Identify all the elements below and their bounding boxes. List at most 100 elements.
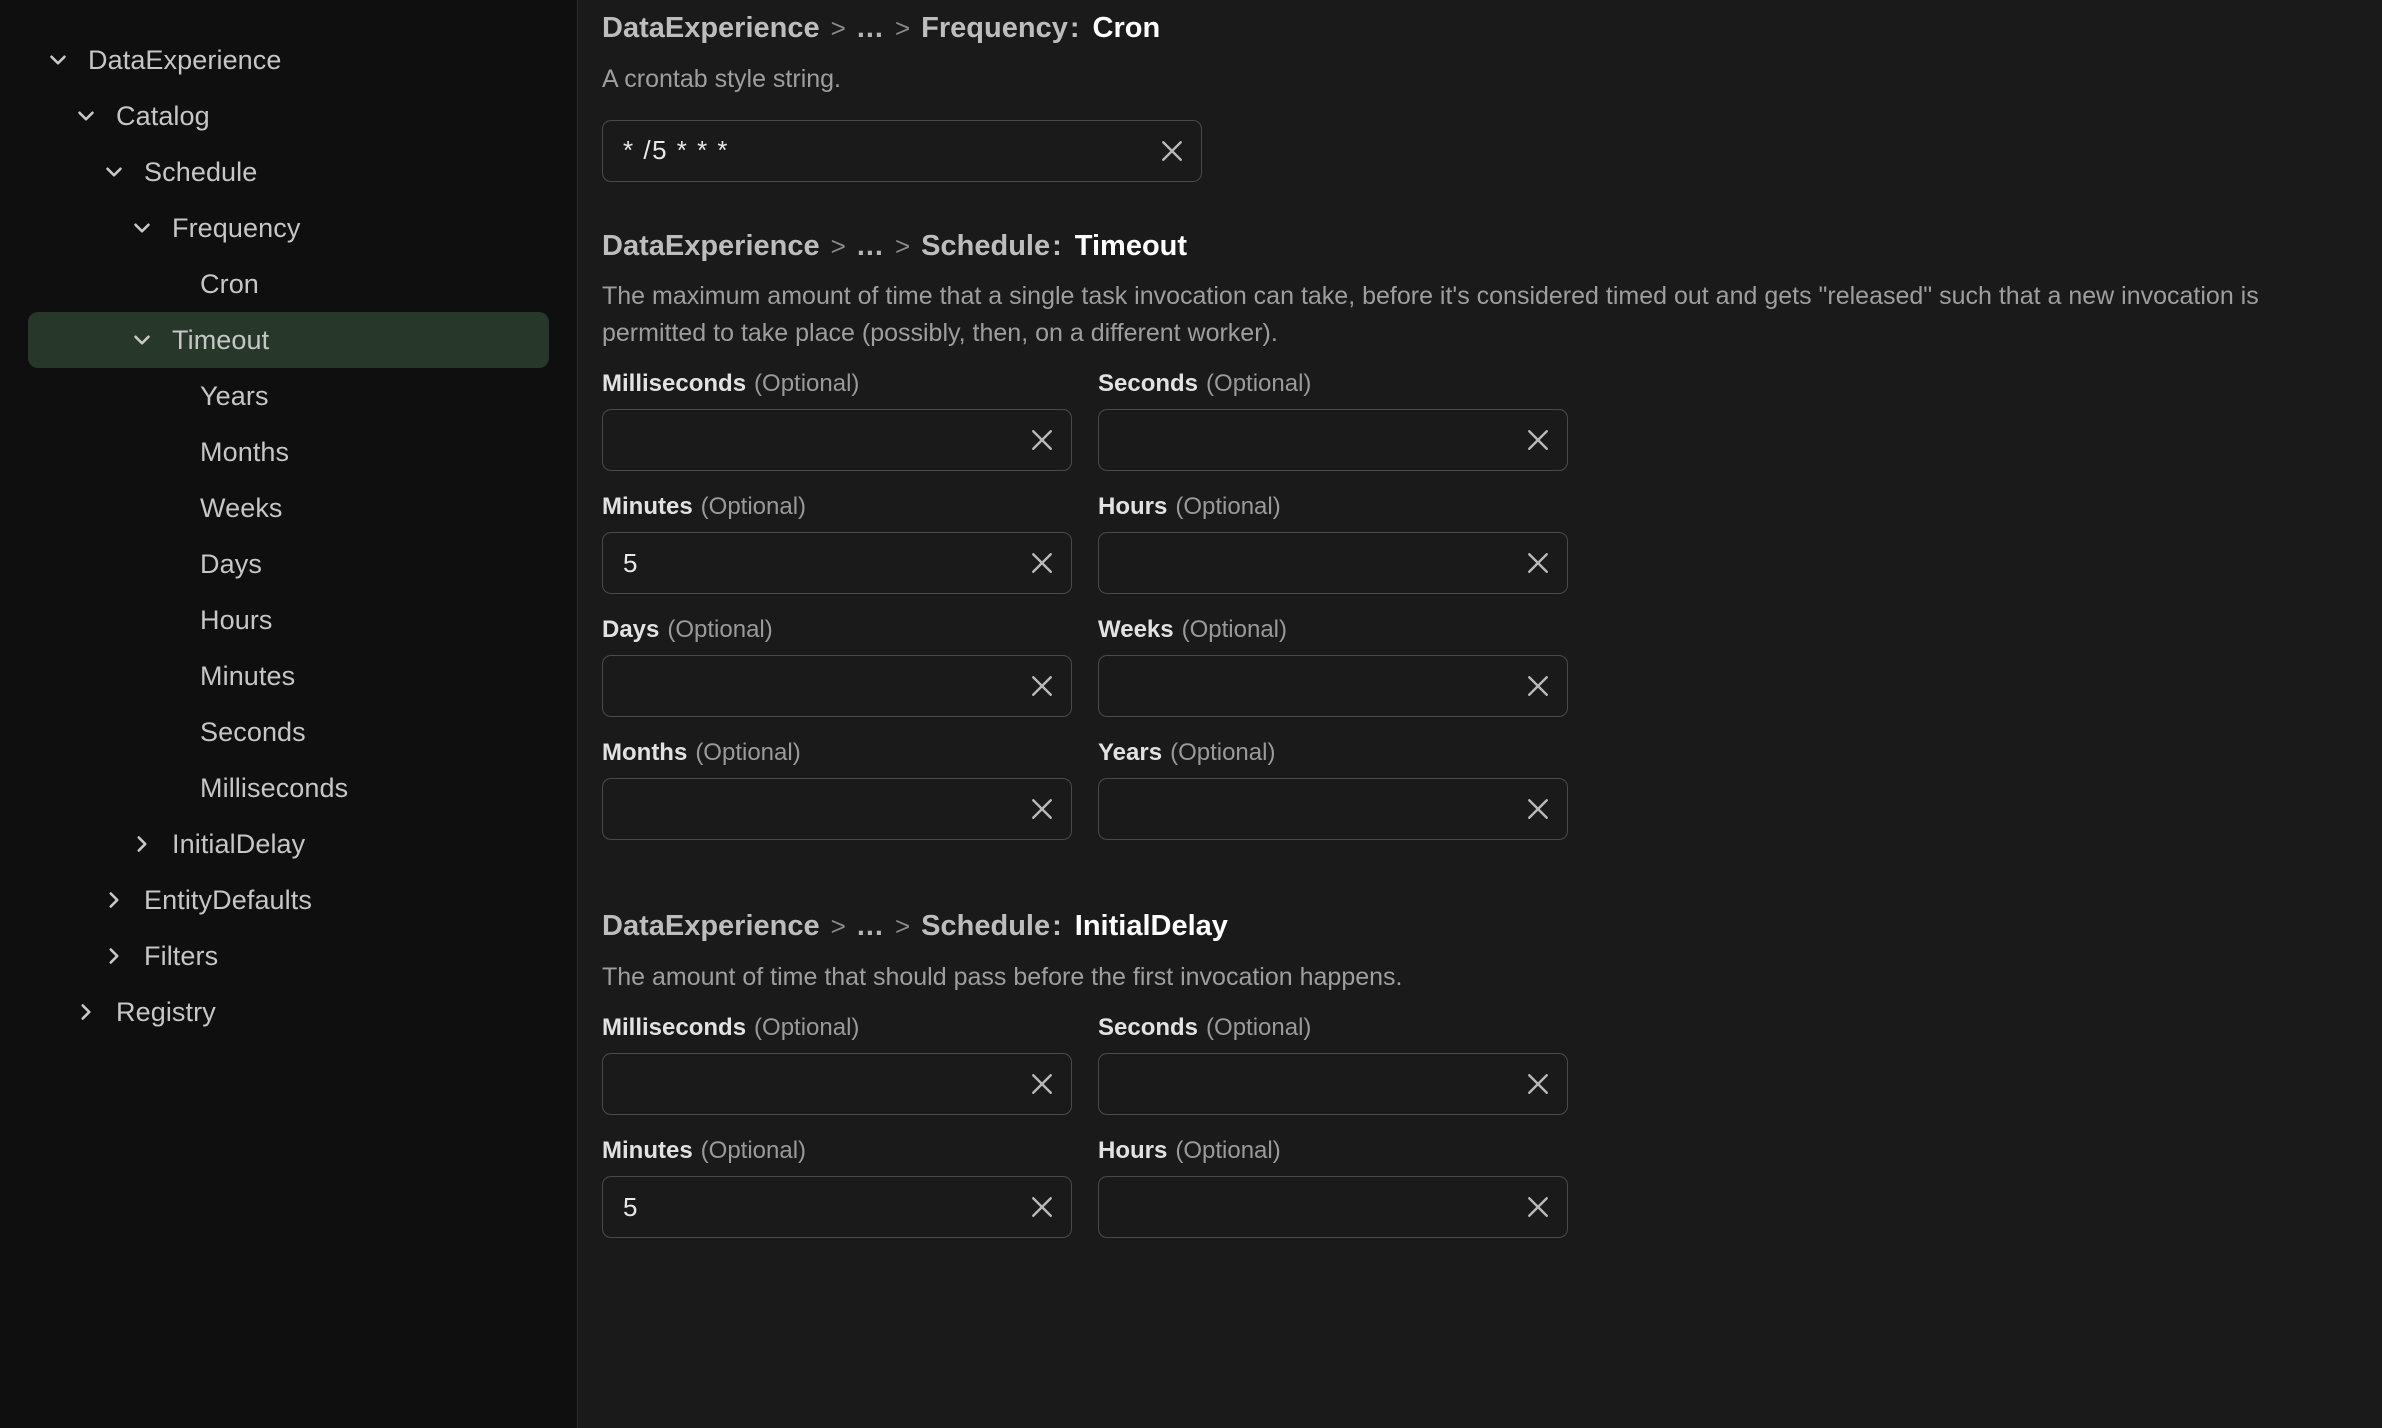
close-icon[interactable] bbox=[1013, 1177, 1071, 1237]
text-input-milliseconds[interactable] bbox=[602, 1053, 1072, 1116]
breadcrumb-separator-icon: > bbox=[894, 13, 911, 43]
field-label-text: Hours bbox=[1098, 1137, 1168, 1165]
sidebar-item-entitydefaults[interactable]: EntityDefaults bbox=[28, 872, 549, 928]
field-label: Months (Optional) bbox=[602, 739, 1072, 767]
field-optional-tag: (Optional) bbox=[1181, 616, 1287, 644]
field-grid: Milliseconds (Optional) Seconds (Optional) M… bbox=[602, 370, 2322, 862]
sidebar-item-schedule[interactable]: Schedule bbox=[28, 144, 549, 200]
text-input-milliseconds[interactable] bbox=[602, 409, 1072, 472]
close-icon[interactable] bbox=[1013, 656, 1071, 716]
close-icon[interactable] bbox=[1013, 533, 1071, 593]
input-value[interactable]: 5 bbox=[603, 548, 1013, 579]
sidebar-item-label: Frequency bbox=[172, 212, 301, 243]
sidebar-item-timeout[interactable]: Timeout bbox=[28, 312, 549, 368]
sidebar-item-label: Timeout bbox=[172, 324, 270, 355]
chevron-down-icon[interactable] bbox=[122, 327, 162, 353]
breadcrumb-root[interactable]: DataExperience bbox=[602, 228, 820, 266]
sidebar-item-hours[interactable]: Hours bbox=[28, 592, 549, 648]
form-field-minutes: Minutes (Optional) 5 bbox=[602, 493, 1072, 595]
sidebar-item-registry[interactable]: Registry bbox=[28, 984, 549, 1040]
field-label: Milliseconds (Optional) bbox=[602, 370, 1072, 398]
breadcrumb-separator-icon: > bbox=[894, 911, 911, 942]
form-field-seconds: Seconds (Optional) bbox=[1098, 370, 1568, 472]
input-value[interactable]: 5 bbox=[603, 1192, 1013, 1223]
schema-tree-sidebar: DataExperience Catalog Schedule Frequency Cr… bbox=[0, 0, 578, 1428]
sidebar-item-dataexperience[interactable]: DataExperience bbox=[28, 32, 549, 88]
close-icon[interactable] bbox=[1013, 1054, 1071, 1114]
breadcrumb-separator-icon: > bbox=[830, 230, 846, 261]
sidebar-item-seconds[interactable]: Seconds bbox=[28, 704, 549, 760]
sidebar-item-milliseconds[interactable]: Milliseconds bbox=[28, 760, 549, 816]
close-icon[interactable] bbox=[1509, 656, 1567, 716]
text-input-hours[interactable] bbox=[1098, 532, 1568, 595]
text-input-weeks[interactable] bbox=[1098, 655, 1568, 718]
close-icon[interactable] bbox=[1509, 1177, 1567, 1237]
sidebar-item-label: Catalog bbox=[116, 100, 210, 131]
close-icon[interactable] bbox=[1013, 410, 1071, 470]
sidebar-item-weeks[interactable]: Weeks bbox=[28, 480, 549, 536]
field-optional-tag: (Optional) bbox=[695, 739, 801, 767]
sidebar-item-label: Registry bbox=[116, 996, 216, 1027]
text-input-days[interactable] bbox=[602, 655, 1072, 718]
breadcrumb-root[interactable]: DataExperience bbox=[602, 10, 820, 48]
breadcrumb-ellipsis[interactable]: ... bbox=[857, 908, 884, 946]
section-description: The amount of time that should pass befo… bbox=[602, 963, 1403, 992]
sidebar-item-initialdelay[interactable]: InitialDelay bbox=[28, 816, 549, 872]
chevron-right-icon[interactable] bbox=[66, 999, 106, 1025]
sidebar-item-label: Schedule bbox=[144, 156, 258, 187]
close-icon[interactable] bbox=[1509, 1054, 1567, 1114]
text-input-minutes[interactable]: 5 bbox=[602, 1176, 1072, 1239]
close-icon[interactable] bbox=[1509, 779, 1567, 839]
sidebar-item-months[interactable]: Months bbox=[28, 424, 549, 480]
text-input-minutes[interactable]: 5 bbox=[602, 532, 1072, 595]
field-label-text: Minutes bbox=[602, 1137, 693, 1165]
chevron-down-icon[interactable] bbox=[94, 159, 134, 185]
field-optional-tag: (Optional) bbox=[667, 616, 773, 644]
text-input-seconds[interactable] bbox=[1098, 409, 1568, 472]
sidebar-item-label: EntityDefaults bbox=[144, 884, 312, 915]
sidebar-item-cron[interactable]: Cron bbox=[28, 256, 549, 312]
app-root: DataExperience Catalog Schedule Frequency Cr… bbox=[0, 0, 2382, 1428]
breadcrumb-ellipsis[interactable]: ... bbox=[857, 228, 884, 266]
sidebar-item-days[interactable]: Days bbox=[28, 536, 549, 592]
text-input-years[interactable] bbox=[1098, 778, 1568, 841]
close-icon[interactable] bbox=[1509, 533, 1567, 593]
close-icon[interactable] bbox=[1013, 779, 1071, 839]
breadcrumb: DataExperience >... > Schedule: InitialDelay bbox=[602, 908, 2322, 946]
sidebar-item-years[interactable]: Years bbox=[28, 368, 549, 424]
breadcrumb-parent[interactable]: Schedule bbox=[921, 908, 1050, 946]
chevron-down-icon[interactable] bbox=[38, 47, 78, 73]
text-input-seconds[interactable] bbox=[1098, 1053, 1568, 1116]
field-label: Milliseconds (Optional) bbox=[602, 1014, 1072, 1042]
sidebar-item-filters[interactable]: Filters bbox=[28, 928, 549, 984]
breadcrumb-leaf: Cron bbox=[1092, 12, 1161, 44]
breadcrumb-ellipsis[interactable]: ... bbox=[857, 10, 884, 48]
breadcrumb-parent[interactable]: Frequency bbox=[921, 10, 1068, 48]
text-input-months[interactable] bbox=[602, 778, 1072, 841]
config-section: DataExperience >... > Frequency: Cron A cront… bbox=[602, 10, 2322, 182]
input-value[interactable]: * /5 * * * bbox=[603, 135, 1143, 166]
close-icon[interactable] bbox=[1509, 410, 1567, 470]
chevron-right-icon[interactable] bbox=[122, 831, 162, 857]
sidebar-item-minutes[interactable]: Minutes bbox=[28, 648, 549, 704]
field-label-text: Years bbox=[1098, 739, 1163, 767]
breadcrumb-separator-icon: > bbox=[830, 13, 846, 43]
sidebar-item-catalog[interactable]: Catalog bbox=[28, 88, 549, 144]
text-input-cron[interactable]: * /5 * * * bbox=[602, 119, 1202, 182]
form-field-hours: Hours (Optional) bbox=[1098, 1137, 1568, 1239]
sidebar-item-frequency[interactable]: Frequency bbox=[28, 200, 549, 256]
field-label-text: Milliseconds bbox=[602, 1014, 747, 1042]
text-input-hours[interactable] bbox=[1098, 1176, 1568, 1239]
chevron-down-icon[interactable] bbox=[122, 215, 162, 241]
breadcrumb-root[interactable]: DataExperience bbox=[602, 908, 820, 946]
field-label-text: Days bbox=[602, 616, 660, 644]
close-icon[interactable] bbox=[1143, 121, 1201, 181]
section-description: The maximum amount of time that a single… bbox=[602, 282, 2259, 348]
chevron-down-icon[interactable] bbox=[66, 103, 106, 129]
field-label: Hours (Optional) bbox=[1098, 493, 1568, 521]
chevron-right-icon[interactable] bbox=[94, 943, 134, 969]
form-field-minutes: Minutes (Optional) 5 bbox=[602, 1137, 1072, 1239]
breadcrumb-parent[interactable]: Schedule bbox=[921, 228, 1050, 266]
chevron-right-icon[interactable] bbox=[94, 887, 134, 913]
field-label: Seconds (Optional) bbox=[1098, 1014, 1568, 1042]
